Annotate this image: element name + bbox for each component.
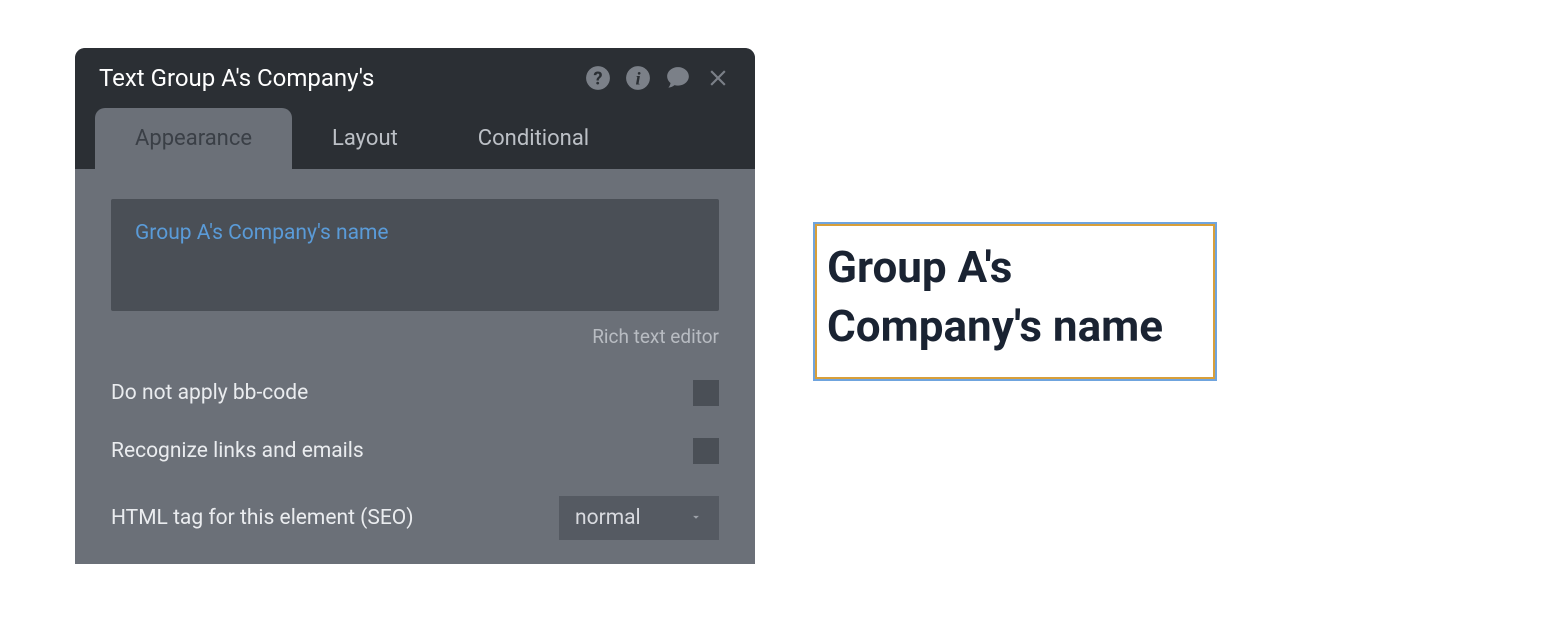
panel-title: Text Group A's Company's	[99, 64, 374, 92]
option-bbcode-label: Do not apply bb-code	[111, 381, 308, 405]
chevron-down-icon	[689, 509, 703, 528]
svg-text:?: ?	[593, 69, 602, 90]
option-bbcode-row: Do not apply bb-code	[111, 380, 719, 406]
help-icon[interactable]: ?	[585, 65, 611, 91]
tab-appearance[interactable]: Appearance	[95, 108, 292, 169]
info-icon[interactable]: i	[625, 65, 651, 91]
expression-text: Group A's Company's name	[135, 221, 389, 245]
comment-icon[interactable]	[665, 65, 691, 91]
text-expression-input[interactable]: Group A's Company's name	[111, 199, 719, 311]
option-recognize-links-checkbox[interactable]	[693, 438, 719, 464]
svg-text:i: i	[635, 69, 641, 89]
rich-text-editor-link[interactable]: Rich text editor	[111, 325, 719, 348]
panel-header: Text Group A's Company's ? i	[75, 48, 755, 108]
canvas-text-content: Group A's Company's name	[827, 238, 1203, 357]
option-html-tag-row: HTML tag for this element (SEO) normal	[111, 496, 719, 540]
close-icon[interactable]	[705, 65, 731, 91]
html-tag-dropdown-value: normal	[575, 506, 641, 530]
panel-header-icons: ? i	[585, 65, 731, 91]
canvas-text-element[interactable]: Group A's Company's name	[813, 222, 1217, 381]
option-recognize-links-label: Recognize links and emails	[111, 439, 364, 463]
html-tag-dropdown[interactable]: normal	[559, 496, 719, 540]
option-html-tag-label: HTML tag for this element (SEO)	[111, 506, 414, 530]
option-bbcode-checkbox[interactable]	[693, 380, 719, 406]
option-recognize-links-row: Recognize links and emails	[111, 438, 719, 464]
tabs: Appearance Layout Conditional	[75, 108, 755, 169]
tab-content: Group A's Company's name Rich text edito…	[75, 169, 755, 564]
tab-conditional[interactable]: Conditional	[438, 108, 629, 169]
property-editor-panel: Text Group A's Company's ? i Appearance …	[75, 48, 755, 564]
tab-layout[interactable]: Layout	[292, 108, 438, 169]
